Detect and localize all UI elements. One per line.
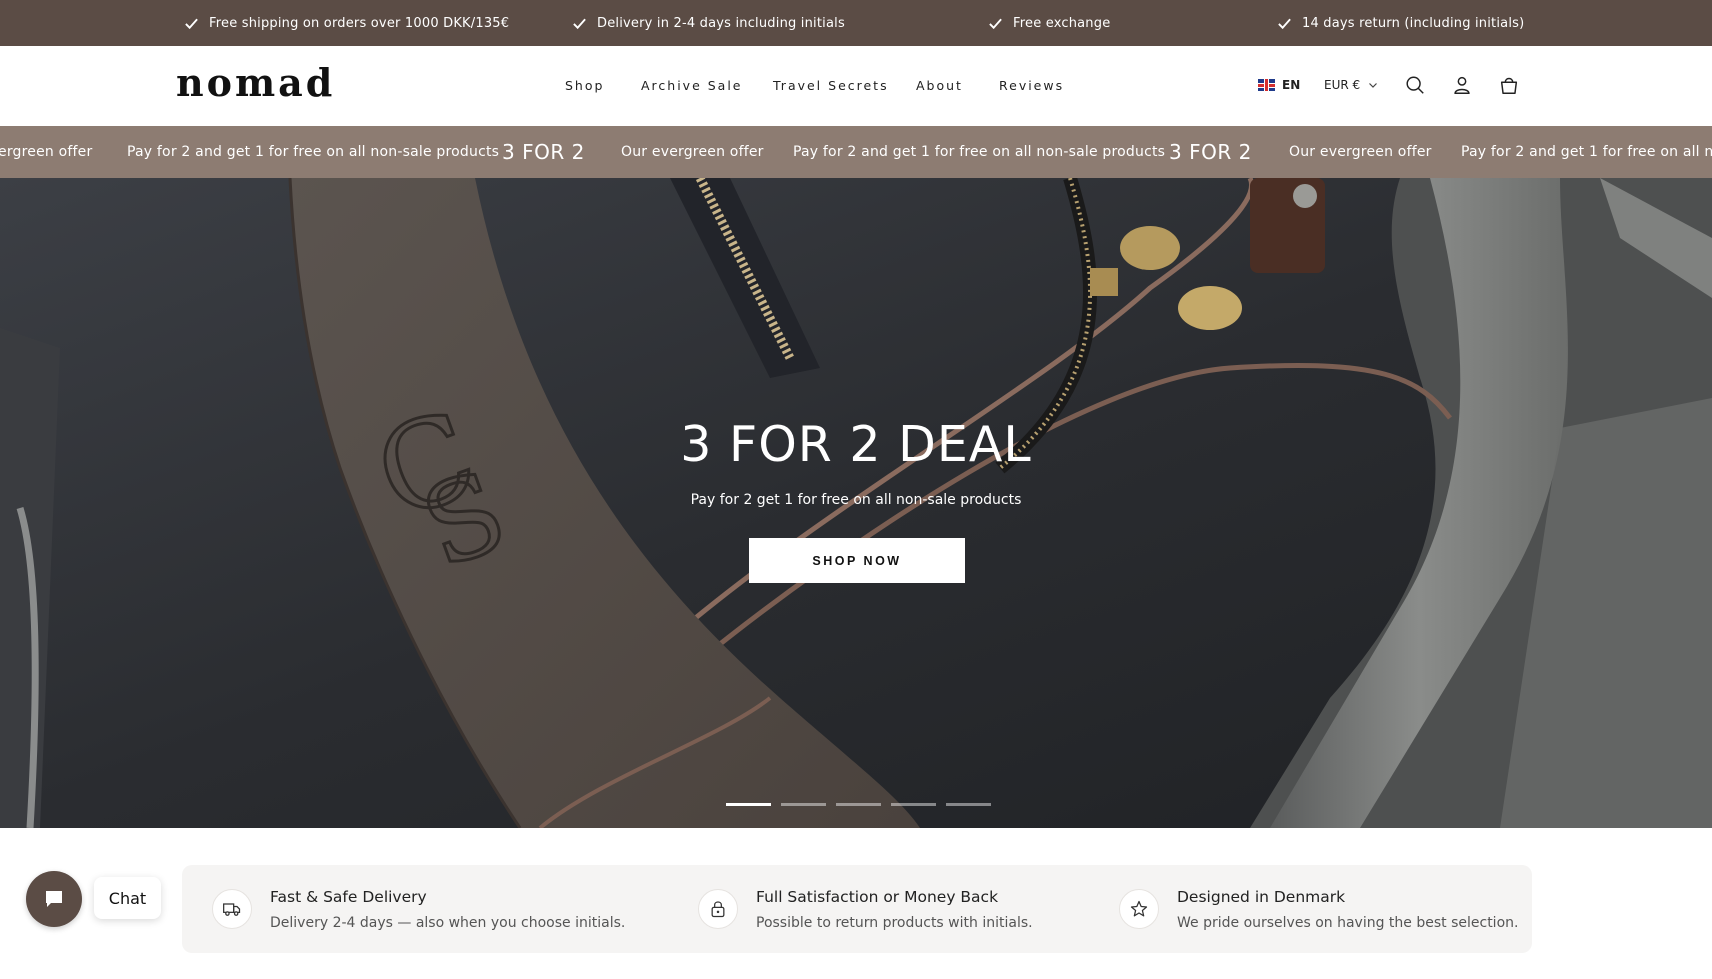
announcement-bar: Free shipping on orders over 1000 DKK/13…	[0, 0, 1712, 46]
site-header: nomad Shop Archive Sale Travel Secrets A…	[0, 46, 1712, 126]
slider-dots	[726, 803, 991, 806]
feature-title: Designed in Denmark	[1177, 887, 1346, 906]
language-selector[interactable]: EN	[1258, 78, 1300, 92]
chat-label[interactable]: Chat	[94, 877, 161, 919]
slider-dot[interactable]	[836, 803, 881, 806]
search-icon[interactable]	[1404, 74, 1426, 96]
check-icon	[573, 18, 586, 29]
announcement-text: Free shipping on orders over 1000 DKK/13…	[209, 15, 510, 31]
announcement-item: Free exchange	[988, 0, 1110, 46]
nav-reviews[interactable]: Reviews	[999, 78, 1064, 93]
feature-description: We pride ourselves on having the best se…	[1177, 914, 1519, 931]
announcement-text: Free exchange	[1013, 15, 1111, 31]
announcement-text: Delivery in 2-4 days including initials	[597, 15, 845, 31]
nav-shop[interactable]: Shop	[565, 78, 604, 93]
announcement-item: Delivery in 2-4 days including initials	[572, 0, 845, 46]
chat-icon	[46, 891, 62, 907]
marquee-item: 3 FOR 2	[502, 140, 585, 164]
nav-travel-secrets[interactable]: Travel Secrets	[773, 78, 889, 93]
hero-title: 3 FOR 2 DEAL	[680, 416, 1032, 473]
language-label: EN	[1282, 78, 1301, 92]
marquee-item: Our evergreen offer	[621, 144, 764, 160]
check-icon	[185, 18, 198, 29]
lock-icon	[698, 889, 738, 929]
slider-dot[interactable]	[781, 803, 826, 806]
hero-banner: C S 3 FOR 2 DEAL Pay for 2 get 1 for fre…	[0, 178, 1712, 828]
slider-dot[interactable]	[946, 803, 991, 806]
announcement-text: 14 days return (including initials)	[1302, 15, 1525, 31]
chevron-down-icon	[1369, 83, 1378, 88]
slider-dot[interactable]	[726, 803, 771, 806]
hero-subtitle: Pay for 2 get 1 for free on all non-sale…	[690, 492, 1022, 508]
feature-description: Possible to return products with initial…	[756, 914, 1033, 931]
cart-icon[interactable]	[1498, 74, 1520, 96]
chat-button[interactable]	[26, 871, 82, 927]
nav-about[interactable]: About	[916, 78, 963, 93]
marquee-item: Our evergreen offer	[1289, 144, 1432, 160]
marquee-item: Pay for 2 and get 1 for free on all non-…	[127, 144, 500, 160]
nav-archive-sale[interactable]: Archive Sale	[641, 78, 743, 93]
marquee-item: Pay for 2 and get 1 for free on all non-…	[1461, 144, 1712, 160]
site-logo[interactable]: nomad	[176, 60, 335, 105]
feature-item: Full Satisfaction or Money Back Possible…	[698, 865, 1033, 953]
star-icon	[1119, 889, 1159, 929]
promo-marquee: ergreen offer Pay for 2 and get 1 for fr…	[0, 126, 1712, 178]
feature-description: Delivery 2-4 days — also when you choose…	[270, 914, 626, 931]
shop-now-button[interactable]: SHOP NOW	[749, 538, 965, 583]
feature-title: Fast & Safe Delivery	[270, 887, 427, 906]
currency-selector[interactable]: EUR €	[1324, 78, 1378, 92]
slider-dot[interactable]	[891, 803, 936, 806]
announcement-item: 14 days return (including initials)	[1277, 0, 1524, 46]
delivery-truck-icon	[212, 889, 252, 929]
features-bar: Fast & Safe Delivery Delivery 2-4 days —…	[182, 865, 1532, 953]
feature-title: Full Satisfaction or Money Back	[756, 887, 999, 906]
uk-flag-icon	[1258, 79, 1275, 91]
announcement-item: Free shipping on orders over 1000 DKK/13…	[184, 0, 509, 46]
marquee-item: 3 FOR 2	[1169, 140, 1252, 164]
currency-label: EUR €	[1324, 78, 1361, 92]
check-icon	[1278, 18, 1291, 29]
marquee-item: Pay for 2 and get 1 for free on all non-…	[793, 144, 1166, 160]
check-icon	[989, 18, 1002, 29]
marquee-item: ergreen offer	[0, 144, 93, 160]
feature-item: Fast & Safe Delivery Delivery 2-4 days —…	[212, 865, 625, 953]
feature-item: Designed in Denmark We pride ourselves o…	[1119, 865, 1518, 953]
account-icon[interactable]	[1451, 74, 1473, 96]
